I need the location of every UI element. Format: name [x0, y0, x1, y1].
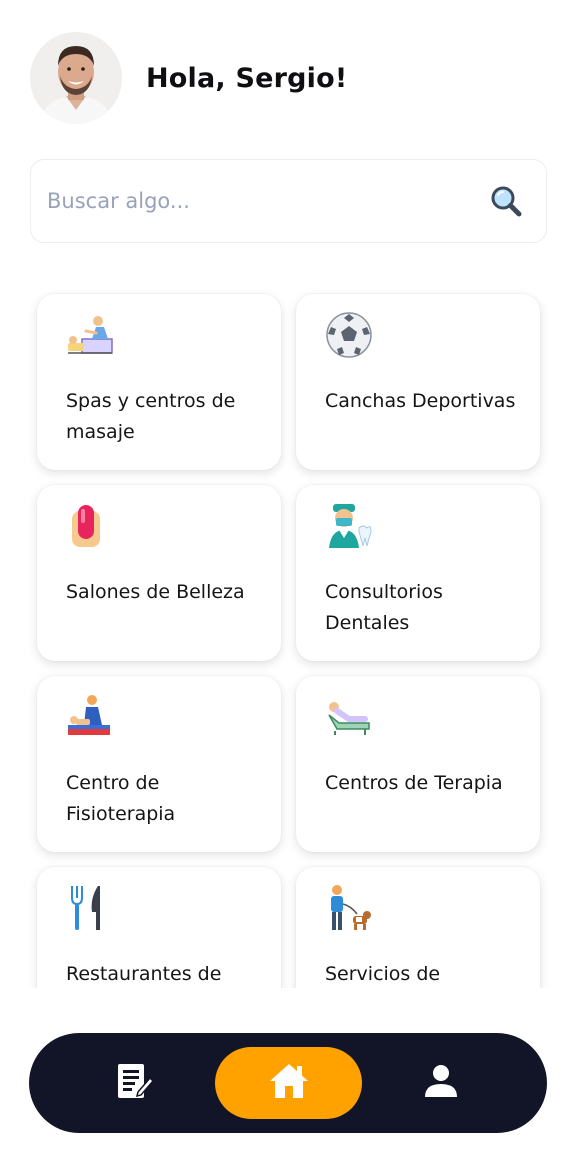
categories-scroll[interactable]: Spas y centros de masaje Canchas Deporti… [0, 280, 576, 988]
category-card[interactable]: Restaurantes de [37, 867, 281, 988]
physiotherapy-icon [66, 692, 116, 742]
header: Hola, Sergio! [30, 32, 347, 124]
nav-home-button[interactable] [215, 1047, 362, 1119]
greeting-title: Hola, Sergio! [146, 62, 348, 94]
avatar[interactable] [30, 32, 122, 124]
search-input[interactable] [47, 189, 488, 213]
search-icon[interactable] [488, 183, 524, 219]
category-label: Consultorios Dentales [325, 581, 443, 634]
category-card[interactable]: Canchas Deportivas [296, 294, 540, 470]
bottom-nav [29, 1033, 547, 1133]
nav-profile-button[interactable] [415, 1057, 467, 1109]
category-card[interactable]: Consultorios Dentales [296, 485, 540, 661]
dog-walker-icon [325, 883, 375, 933]
nail-icon [66, 501, 116, 551]
category-card[interactable]: Salones de Belleza [37, 485, 281, 661]
profile-icon [423, 1063, 459, 1103]
category-card[interactable]: Centro de Fisioterapia [37, 676, 281, 852]
app-screen: Hola, Sergio! Buscar algo... Spas y cent… [0, 0, 576, 1174]
massage-icon [66, 310, 116, 360]
category-label: Canchas Deportivas [325, 390, 516, 412]
nav-notes-button[interactable] [109, 1057, 161, 1109]
category-card[interactable]: Servicios de [296, 867, 540, 988]
category-label: Restaurantes de [66, 963, 222, 985]
categories-grid: Spas y centros de masaje Canchas Deporti… [37, 294, 540, 988]
category-label: Spas y centros de masaje [66, 390, 236, 443]
soccer-ball-icon [325, 310, 375, 360]
home-icon [268, 1062, 310, 1104]
category-label: Centros de Terapia [325, 772, 503, 794]
category-card[interactable]: Spas y centros de masaje [37, 294, 281, 470]
category-label: Salones de Belleza [66, 581, 245, 603]
notes-icon [116, 1062, 155, 1104]
category-card[interactable]: Centros de Terapia [296, 676, 540, 852]
search-bar[interactable] [30, 159, 547, 243]
therapy-couch-icon [325, 692, 375, 742]
dentist-icon [325, 501, 375, 551]
category-label: Servicios de [325, 963, 441, 985]
fork-knife-icon [66, 883, 116, 933]
category-label: Centro de Fisioterapia [66, 772, 176, 825]
